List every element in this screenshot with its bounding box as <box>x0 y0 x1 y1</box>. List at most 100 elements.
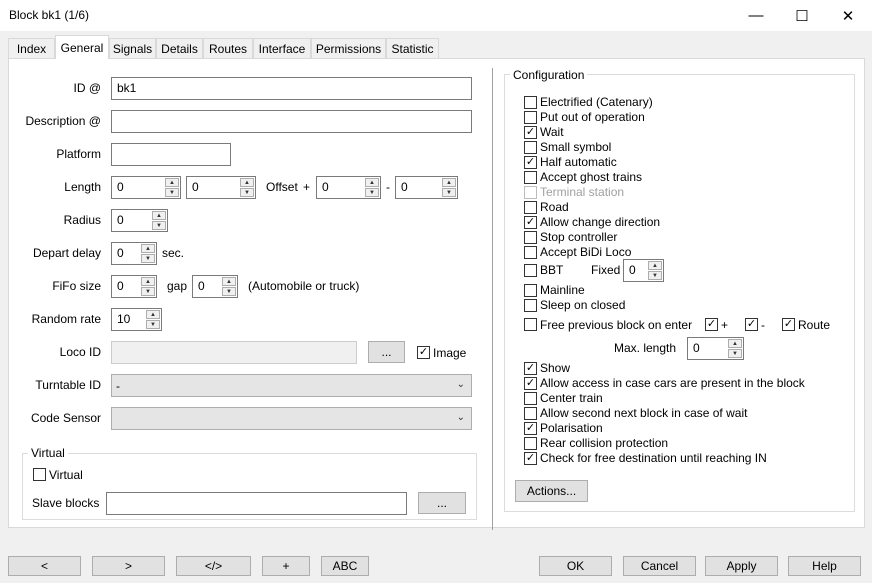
gap-value: 0 <box>198 279 205 293</box>
fifo-size-spinner[interactable]: 0 ▲ ▼ <box>111 275 157 298</box>
id-input[interactable]: bk1 <box>111 77 472 100</box>
minimize-button[interactable]: — <box>733 0 779 31</box>
actions-button[interactable]: Actions... <box>515 480 588 502</box>
allow-change-direction-checkbox[interactable]: ✓ <box>524 216 537 229</box>
show-checkbox[interactable]: ✓ <box>524 362 537 375</box>
electrified-catenary-checkbox[interactable] <box>524 96 537 109</box>
abc-button[interactable]: ABC <box>321 556 369 576</box>
spin-down-icon[interactable]: ▼ <box>240 188 254 197</box>
allow-access-in-case-cars-are-present-in-the-block-checkbox[interactable]: ✓ <box>524 377 537 390</box>
spin-up-icon[interactable]: ▲ <box>442 178 456 187</box>
accept-bidi-loco-checkbox[interactable] <box>524 246 537 259</box>
gap-spinner[interactable]: 0 ▲ ▼ <box>192 275 238 298</box>
tab-statistic[interactable]: Statistic <box>386 38 439 58</box>
close-button[interactable]: ✕ <box>825 0 871 31</box>
code-button[interactable]: </> <box>176 556 251 576</box>
max-length-spinner[interactable]: 0 ▲ ▼ <box>687 337 744 360</box>
allow-second-next-block-in-case-of-wait-checkbox[interactable] <box>524 407 537 420</box>
panel-separator <box>492 68 493 530</box>
spin-down-icon[interactable]: ▼ <box>442 188 456 197</box>
fixed-spinner[interactable]: 0 ▲ ▼ <box>623 259 664 282</box>
half-automatic-checkbox[interactable]: ✓ <box>524 156 537 169</box>
spin-up-icon[interactable]: ▲ <box>141 277 155 286</box>
spin-up-icon[interactable]: ▲ <box>152 211 166 220</box>
next-button[interactable]: > <box>92 556 165 576</box>
length-spinner-1[interactable]: 0 ▲ ▼ <box>111 176 181 199</box>
spin-up-icon[interactable]: ▲ <box>141 244 155 253</box>
loco-browse-button[interactable]: ... <box>368 341 405 363</box>
spin-down-icon[interactable]: ▼ <box>141 287 155 296</box>
description-label: Description @ <box>25 114 101 128</box>
bbt-checkbox[interactable] <box>524 264 537 277</box>
tab-signals[interactable]: Signals <box>109 38 156 58</box>
spin-up-icon[interactable]: ▲ <box>365 178 379 187</box>
cancel-button[interactable]: Cancel <box>623 556 696 576</box>
spin-down-icon[interactable]: ▼ <box>165 188 179 197</box>
free-previous-block-checkbox[interactable] <box>524 318 537 331</box>
check-for-free-destination-until-reaching-in-checkbox[interactable]: ✓ <box>524 452 537 465</box>
slave-blocks-input[interactable] <box>106 492 407 515</box>
spin-up-icon[interactable]: ▲ <box>728 339 742 348</box>
virtual-checkbox[interactable] <box>33 468 46 481</box>
previous-button[interactable]: < <box>8 556 81 576</box>
spin-down-icon[interactable]: ▼ <box>365 188 379 197</box>
depart-delay-spinner[interactable]: 0 ▲ ▼ <box>111 242 157 265</box>
tab-interface[interactable]: Interface <box>253 38 311 58</box>
sleep-on-closed-checkbox[interactable] <box>524 299 537 312</box>
random-rate-spinner[interactable]: 10 ▲ ▼ <box>111 308 162 331</box>
description-input[interactable] <box>111 110 472 133</box>
title-bar: Block bk1 (1/6) — ☐ ✕ <box>0 0 872 31</box>
spin-up-icon[interactable]: ▲ <box>648 261 662 270</box>
free-prev-minus-checkbox[interactable]: ✓ <box>745 318 758 331</box>
spin-up-icon[interactable]: ▲ <box>165 178 179 187</box>
tab-routes[interactable]: Routes <box>203 38 253 58</box>
platform-input[interactable] <box>111 143 231 166</box>
apply-button[interactable]: Apply <box>705 556 778 576</box>
spin-up-icon[interactable]: ▲ <box>146 310 160 319</box>
small-symbol-checkbox[interactable] <box>524 141 537 154</box>
tab-index[interactable]: Index <box>8 38 55 58</box>
spin-up-icon[interactable]: ▲ <box>240 178 254 187</box>
spin-down-icon[interactable]: ▼ <box>648 271 662 280</box>
spin-down-icon[interactable]: ▼ <box>152 221 166 230</box>
offset-spinner-1[interactable]: 0 ▲ ▼ <box>316 176 381 199</box>
wait-checkbox[interactable]: ✓ <box>524 126 537 139</box>
code-sensor-select[interactable]: ⌄ <box>111 407 472 430</box>
turntable-id-select[interactable]: - ⌄ <box>111 374 472 397</box>
slave-blocks-browse-button[interactable]: ... <box>418 492 466 514</box>
small-symbol-label: Small symbol <box>540 140 612 154</box>
center-train-checkbox[interactable] <box>524 392 537 405</box>
mainline-label: Mainline <box>540 283 585 297</box>
loco-id-input[interactable] <box>111 341 357 364</box>
stop-controller-checkbox[interactable] <box>524 231 537 244</box>
polarisation-checkbox[interactable]: ✓ <box>524 422 537 435</box>
spin-down-icon[interactable]: ▼ <box>146 320 160 329</box>
free-prev-plus-checkbox[interactable]: ✓ <box>705 318 718 331</box>
maximize-button[interactable]: ☐ <box>779 0 825 31</box>
image-checkbox[interactable]: ✓ <box>417 346 430 359</box>
electrified-catenary-label: Electrified (Catenary) <box>540 95 653 109</box>
add-button[interactable]: + <box>262 556 310 576</box>
bbt-label: BBT <box>540 263 564 277</box>
ok-button[interactable]: OK <box>539 556 612 576</box>
tab-permissions[interactable]: Permissions <box>311 38 386 58</box>
allow-access-in-case-cars-are-present-in-the-block-label: Allow access in case cars are present in… <box>540 376 805 390</box>
spin-down-icon[interactable]: ▼ <box>728 349 742 358</box>
offset-spinner-2[interactable]: 0 ▲ ▼ <box>395 176 458 199</box>
mainline-checkbox[interactable] <box>524 284 537 297</box>
tab-general[interactable]: General <box>55 35 109 59</box>
put-out-of-operation-checkbox[interactable] <box>524 111 537 124</box>
accept-ghost-trains-checkbox[interactable] <box>524 171 537 184</box>
length-spinner-2[interactable]: 0 ▲ ▼ <box>186 176 256 199</box>
loco-id-label: Loco ID <box>59 345 101 359</box>
free-prev-route-checkbox[interactable]: ✓ <box>782 318 795 331</box>
tab-details[interactable]: Details <box>156 38 203 58</box>
spin-up-icon[interactable]: ▲ <box>222 277 236 286</box>
radius-spinner[interactable]: 0 ▲ ▼ <box>111 209 168 232</box>
road-checkbox[interactable] <box>524 201 537 214</box>
depart-delay-label: Depart delay <box>32 246 101 260</box>
help-button[interactable]: Help <box>788 556 861 576</box>
spin-down-icon[interactable]: ▼ <box>222 287 236 296</box>
rear-collision-protection-checkbox[interactable] <box>524 437 537 450</box>
spin-down-icon[interactable]: ▼ <box>141 254 155 263</box>
